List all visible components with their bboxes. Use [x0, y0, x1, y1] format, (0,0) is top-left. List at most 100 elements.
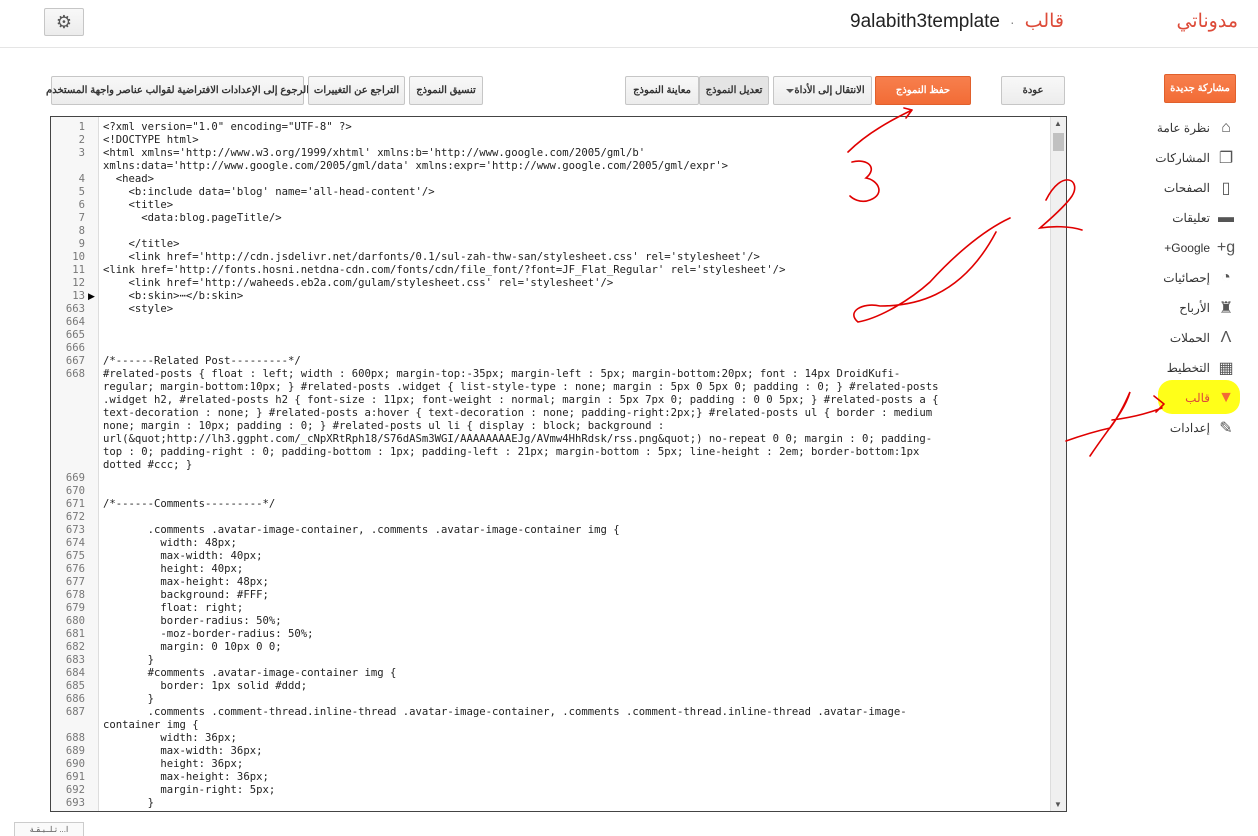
code-line[interactable]: <link href='http://fonts.hosni.netdna-cd… [103, 264, 1043, 277]
editor-scrollbar[interactable]: ▲ ▼ [1050, 117, 1066, 811]
sidebar-item-label: إحصائيات [1163, 271, 1210, 285]
code-line[interactable]: <b:skin>⋯</b:skin> [103, 290, 1043, 303]
sidebar-item-wrench[interactable]: ✎ إعدادات [1170, 416, 1236, 440]
code-line[interactable]: .comments .comment-thread.inline-thread … [103, 706, 1043, 719]
code-line[interactable]: <link href='http://cdn.jsdelivr.net/darf… [103, 251, 1043, 264]
code-line[interactable]: <link href='http://waheeds.eb2a.com/gula… [103, 277, 1043, 290]
code-line[interactable]: width: 36px; [103, 732, 1043, 745]
edit-template-button[interactable]: تعديل النموذج [699, 76, 769, 105]
back-button[interactable]: عودة [1001, 76, 1065, 105]
code-line[interactable]: .comments .avatar-image-container, .comm… [103, 524, 1043, 537]
code-line[interactable]: max-height: 48px; [103, 576, 1043, 589]
line-number: 684 [65, 667, 85, 679]
code-line[interactable]: max-width: 36px; [103, 745, 1043, 758]
code-line[interactable]: #comments .avatar-image-container img { [103, 667, 1043, 680]
code-line[interactable]: /*------Related Post---------*/ [103, 355, 1043, 368]
code-line[interactable]: } [103, 797, 1043, 810]
trophy-icon: ♜ [1218, 300, 1234, 317]
code-line[interactable]: </title> [103, 238, 1043, 251]
code-line[interactable]: <data:blog.pageTitle/> [103, 212, 1043, 225]
sidebar-item-label: الحملات [1169, 331, 1210, 345]
line-number: 668 [65, 368, 85, 380]
code-line[interactable]: #related-posts { float : left; width : 6… [103, 368, 1043, 381]
code-line[interactable]: /*------Comments---------*/ [103, 498, 1043, 511]
save-template-button[interactable]: حفظ النموذج [875, 76, 971, 105]
sidebar-item-paint-roller[interactable]: ▼ قالب [1185, 386, 1236, 410]
fold-arrow-icon[interactable]: ▶ [88, 291, 95, 302]
code-line[interactable]: height: 40px; [103, 563, 1043, 576]
code-line[interactable]: url(&quot;http://lh3.ggpht.com/_cNpXRtRp… [103, 433, 1043, 446]
sidebar-item-label: التخطيط [1166, 361, 1210, 375]
jump-to-widget-label: الانتقال إلى الأداة [794, 85, 865, 96]
new-post-button[interactable]: مشاركة جديدة [1164, 74, 1236, 103]
scroll-up-icon[interactable]: ▲ [1054, 119, 1062, 128]
sidebar-item-label: الأرباح [1179, 301, 1210, 315]
line-number: 664 [65, 316, 85, 328]
line-number: 680 [65, 615, 85, 627]
sidebar-item-comment[interactable]: ▬ تعليقات [1172, 206, 1236, 230]
code-line[interactable]: none; margin : 10px; padding : 0; } #rel… [103, 420, 1043, 433]
code-line[interactable]: border: 1px solid #ddd; [103, 680, 1043, 693]
sidebar-item-google-plus[interactable]: g+ Google+ [1164, 236, 1236, 260]
code-line[interactable]: <title> [103, 199, 1043, 212]
sidebar-item-label: إعدادات [1169, 421, 1210, 435]
pages-icon: ▯ [1221, 180, 1231, 197]
bottom-tab[interactable]: ا... تـلــبـقـة [14, 822, 84, 836]
breadcrumb-separator: · [1010, 14, 1015, 30]
code-line[interactable]: .widget h2, #related-posts h2 { font-siz… [103, 394, 1043, 407]
line-number: 687 [65, 706, 85, 718]
sidebar-item-posts[interactable]: ❐ المشاركات [1155, 146, 1236, 170]
code-editor[interactable]: 1 <?xml version="1.0" encoding="UTF-8" ?>… [50, 116, 1067, 812]
code-line[interactable]: container img { [103, 719, 1043, 732]
line-number: 5 [78, 186, 85, 198]
code-line[interactable]: margin-right: 5px; [103, 784, 1043, 797]
code-line[interactable]: dotted #ccc; } [103, 459, 1043, 472]
code-line[interactable]: border-radius: 50%; [103, 615, 1043, 628]
line-number: 6 [78, 199, 85, 211]
sidebar-item-home[interactable]: ⌂ نظرة عامة [1157, 116, 1236, 140]
code-line[interactable]: } [103, 693, 1043, 706]
code-line[interactable]: margin: 0 10px 0 0; [103, 641, 1043, 654]
revert-changes-button[interactable]: التراجع عن التغييرات [308, 76, 405, 105]
code-line[interactable]: -moz-border-radius: 50%; [103, 628, 1043, 641]
line-number: 13 [72, 290, 85, 302]
line-number: 691 [65, 771, 85, 783]
code-line[interactable]: top : 0; padding-right : 0; padding-bott… [103, 446, 1043, 459]
brand-logo[interactable]: مدوناتي [1176, 10, 1238, 33]
code-line[interactable]: width: 48px; [103, 537, 1043, 550]
sidebar-item-layout[interactable]: ▦ التخطيط [1167, 356, 1236, 380]
sidebar-item-pie-chart[interactable]: ◔ إحصائيات [1163, 266, 1236, 290]
code-line[interactable]: <?xml version="1.0" encoding="UTF-8" ?> [103, 121, 1043, 134]
sidebar-item-pages[interactable]: ▯ الصفحات [1164, 176, 1236, 200]
preview-template-button[interactable]: معاينة النموذج [625, 76, 699, 105]
line-number: 11 [72, 264, 85, 276]
code-line[interactable]: max-height: 36px; [103, 771, 1043, 784]
sidebar-item-adwords[interactable]: Λ الحملات [1170, 326, 1236, 350]
code-line[interactable]: <b:include data='blog' name='all-head-co… [103, 186, 1043, 199]
code-line[interactable]: } [103, 654, 1043, 667]
code-line[interactable]: height: 36px; [103, 758, 1043, 771]
template-toolbar: الرجوع إلى الإعدادات الافتراضية لقوالب ع… [0, 76, 1258, 106]
line-number: 685 [65, 680, 85, 692]
scroll-thumb[interactable] [1053, 133, 1064, 151]
code-line[interactable]: <html xmlns='http://www.w3.org/1999/xhtm… [103, 147, 1043, 160]
code-line[interactable]: <!DOCTYPE html> [103, 134, 1043, 147]
code-line[interactable]: xmlns:data='http://www.google.com/2005/g… [103, 160, 1043, 173]
jump-to-widget-dropdown[interactable]: الانتقال إلى الأداة [773, 76, 872, 105]
line-number: 689 [65, 745, 85, 757]
format-template-button[interactable]: تنسيق النموذج [409, 76, 483, 105]
code-line[interactable]: max-width: 40px; [103, 550, 1043, 563]
settings-button[interactable]: ⚙ [44, 8, 84, 36]
code-line[interactable]: regular; margin-bottom:10px; } #related-… [103, 381, 1043, 394]
chevron-down-icon [786, 88, 795, 93]
blog-name[interactable]: 9alabith3template [850, 11, 1000, 33]
code-line[interactable]: <style> [103, 303, 1043, 316]
code-line[interactable]: float: right; [103, 602, 1043, 615]
code-line[interactable]: background: #FFF; [103, 589, 1043, 602]
code-line[interactable]: <head> [103, 173, 1043, 186]
sidebar-item-trophy[interactable]: ♜ الأرباح [1179, 296, 1236, 320]
code-line[interactable]: text-decoration : none; } #related-posts… [103, 407, 1043, 420]
reset-widgets-button[interactable]: الرجوع إلى الإعدادات الافتراضية لقوالب ع… [46, 76, 309, 105]
comment-icon: ▬ [1218, 209, 1234, 226]
scroll-down-icon[interactable]: ▼ [1054, 800, 1062, 809]
